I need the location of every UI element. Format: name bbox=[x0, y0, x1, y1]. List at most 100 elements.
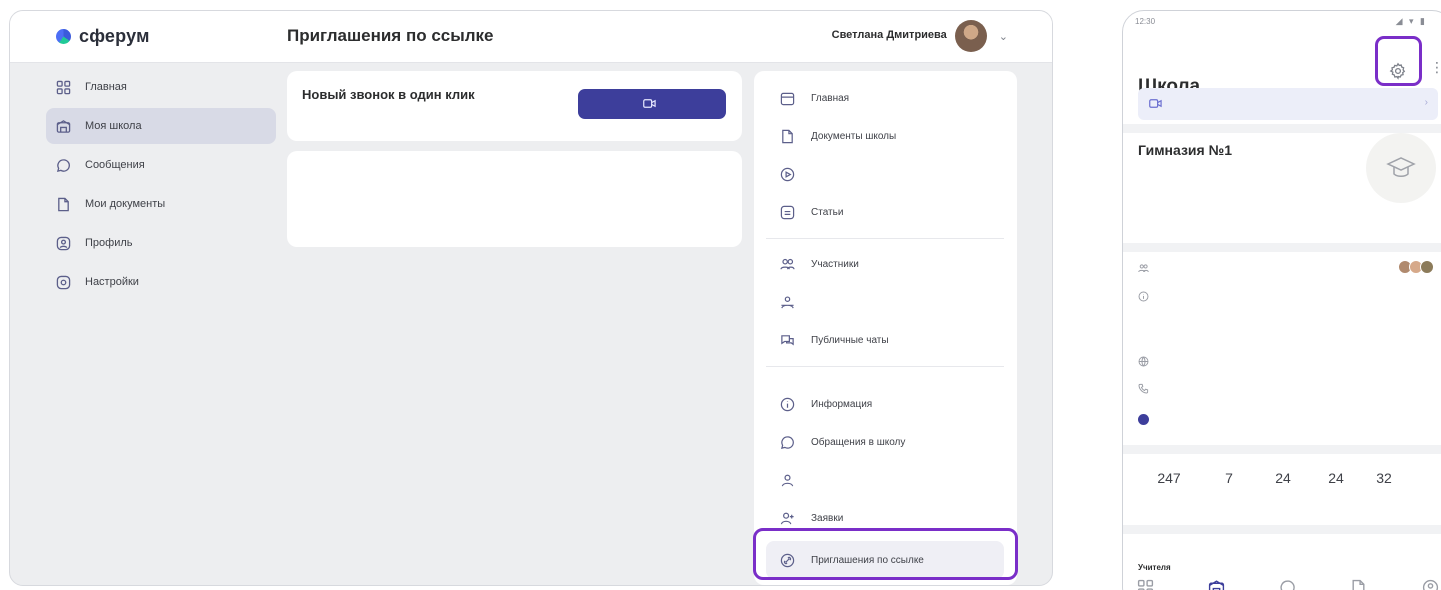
school-nav-info[interactable]: Информация bbox=[766, 385, 1004, 423]
sidebar-item-settings[interactable]: Настройки bbox=[46, 264, 276, 300]
sidebar-item-home[interactable]: Главная bbox=[46, 69, 276, 105]
sidebar-item-profile[interactable]: Профиль bbox=[46, 225, 276, 261]
video-camera-icon bbox=[642, 98, 656, 111]
member-avatars bbox=[1398, 260, 1434, 274]
classes-icon bbox=[780, 295, 795, 310]
info-icon bbox=[1138, 414, 1149, 425]
start-call-button[interactable] bbox=[578, 89, 726, 119]
user-info: Светлана Дмитриева bbox=[832, 29, 947, 43]
document-icon bbox=[780, 129, 795, 144]
school-nav-members[interactable]: Участники bbox=[766, 245, 1004, 283]
profile-icon bbox=[56, 236, 71, 251]
tab-school-icon[interactable] bbox=[1206, 577, 1226, 590]
info-icon bbox=[1138, 291, 1149, 302]
stat-chats[interactable]: 32 bbox=[1364, 470, 1404, 491]
avatar[interactable] bbox=[954, 20, 987, 52]
tab-home-icon[interactable] bbox=[1135, 577, 1155, 590]
chevron-down-icon[interactable]: ⌄ bbox=[999, 30, 1008, 43]
person-icon bbox=[780, 473, 795, 488]
highlight-invite-links bbox=[753, 528, 1018, 580]
phone-row[interactable] bbox=[1138, 383, 1161, 394]
stat-number: 247 bbox=[1157, 470, 1181, 486]
stat-articles[interactable]: 24 bbox=[1258, 470, 1308, 491]
divider bbox=[766, 238, 1004, 239]
article-icon bbox=[780, 205, 795, 220]
school-nav-label: Заявки bbox=[811, 512, 844, 524]
people-icon bbox=[780, 257, 795, 272]
school-icon bbox=[56, 119, 71, 134]
chats-icon bbox=[780, 333, 795, 348]
tab-messages-icon[interactable] bbox=[1278, 577, 1298, 590]
chat-icon bbox=[56, 158, 71, 173]
sidebar-item-label: Настройки bbox=[85, 276, 139, 288]
quick-call-card: Новый звонок в один клик bbox=[287, 71, 742, 141]
more-vertical-icon[interactable]: ⋮ bbox=[1430, 59, 1441, 76]
website-row[interactable] bbox=[1138, 356, 1161, 367]
logo[interactable]: сферум bbox=[56, 26, 150, 47]
stat-number: 7 bbox=[1225, 470, 1233, 486]
logo-text: сферум bbox=[79, 26, 150, 46]
logo-icon bbox=[56, 29, 71, 44]
school-nav-documents[interactable]: Документы школы bbox=[766, 117, 1004, 155]
school-nav-leaders[interactable] bbox=[766, 461, 1004, 499]
school-nav-appeals[interactable]: Обращения в школу bbox=[766, 423, 1004, 461]
school-nav-label: Публичные чаты bbox=[811, 334, 889, 346]
info-icon bbox=[780, 397, 795, 412]
school-nav-panel: Главная Документы школы Статьи Участники… bbox=[754, 71, 1017, 585]
invite-link-card bbox=[287, 151, 742, 247]
school-nav-label: Статьи bbox=[811, 206, 844, 218]
teachers-heading: Учителя bbox=[1138, 563, 1175, 572]
avatar bbox=[1420, 260, 1434, 274]
teachers-label: Учителя bbox=[1138, 563, 1171, 572]
school-nav-label: Участники bbox=[811, 258, 859, 270]
section-separator bbox=[1123, 445, 1441, 454]
status-icons: ◢ ▾ ▮ bbox=[1395, 16, 1427, 26]
school-nav-classes[interactable] bbox=[766, 283, 1004, 321]
school-logo bbox=[1366, 133, 1436, 203]
school-name: Гимназия №1 bbox=[1138, 142, 1232, 158]
sidebar-footer bbox=[54, 333, 264, 361]
status-time: 12:30 bbox=[1135, 17, 1156, 26]
school-nav-home[interactable]: Главная bbox=[766, 79, 1004, 117]
bottom-tab-bar bbox=[1135, 577, 1441, 590]
phone-icon bbox=[1138, 383, 1149, 394]
top-bar: сферум Приглашения по ссылке Светлана Дм… bbox=[10, 11, 1052, 63]
left-sidebar: Главная Моя школа Сообщения Мои документ… bbox=[46, 69, 276, 303]
sidebar-item-messages[interactable]: Сообщения bbox=[46, 147, 276, 183]
school-nav-label: Информация bbox=[811, 398, 873, 410]
tab-profile-icon[interactable] bbox=[1420, 577, 1440, 590]
chevron-right-icon: › bbox=[1424, 97, 1428, 108]
user-menu[interactable]: Светлана Дмитриева ⌄ bbox=[832, 20, 1008, 52]
school-nav-articles[interactable]: Статьи bbox=[766, 193, 1004, 231]
stat-classes[interactable]: 24 bbox=[1308, 470, 1364, 491]
school-nav-public-chats[interactable]: Публичные чаты bbox=[766, 321, 1004, 359]
more-info-link[interactable] bbox=[1138, 414, 1159, 425]
highlight-settings-gear bbox=[1375, 36, 1422, 86]
school-nav-label: Главная bbox=[811, 92, 850, 104]
school-nav-label: Документы школы bbox=[811, 130, 897, 142]
quick-call-title: Новый звонок в один клик bbox=[302, 87, 475, 102]
section-separator bbox=[1123, 124, 1441, 133]
sidebar-item-label: Главная bbox=[85, 81, 127, 93]
sidebar-item-label: Профиль bbox=[85, 237, 133, 249]
video-camera-icon bbox=[1149, 98, 1162, 111]
stat-videos[interactable]: 7 bbox=[1200, 470, 1258, 491]
divider bbox=[766, 366, 1004, 367]
school-nav-video[interactable] bbox=[766, 155, 1004, 193]
stat-number: 24 bbox=[1275, 470, 1291, 486]
stat-documents[interactable]: 247 bbox=[1138, 470, 1200, 491]
sidebar-item-label: Моя школа bbox=[85, 120, 142, 132]
start-new-call-button[interactable]: › bbox=[1138, 88, 1438, 120]
sidebar-item-documents[interactable]: Мои документы bbox=[46, 186, 276, 222]
stat-number: 32 bbox=[1376, 470, 1392, 486]
gear-icon bbox=[56, 275, 71, 290]
section-separator bbox=[1123, 525, 1441, 534]
sidebar-item-my-school[interactable]: Моя школа bbox=[46, 108, 276, 144]
phone-screen: 12:30 ◢ ▾ ▮ Школа ⋮ › Гимназия №1 2 bbox=[1122, 10, 1441, 590]
tab-documents-icon[interactable] bbox=[1349, 577, 1369, 590]
school-nav-label: Обращения в школу bbox=[811, 436, 906, 448]
stats-row: 247 7 24 24 32 bbox=[1138, 470, 1441, 491]
members-row[interactable] bbox=[1138, 263, 1161, 274]
people-icon bbox=[1138, 263, 1149, 274]
globe-icon bbox=[1138, 356, 1149, 367]
